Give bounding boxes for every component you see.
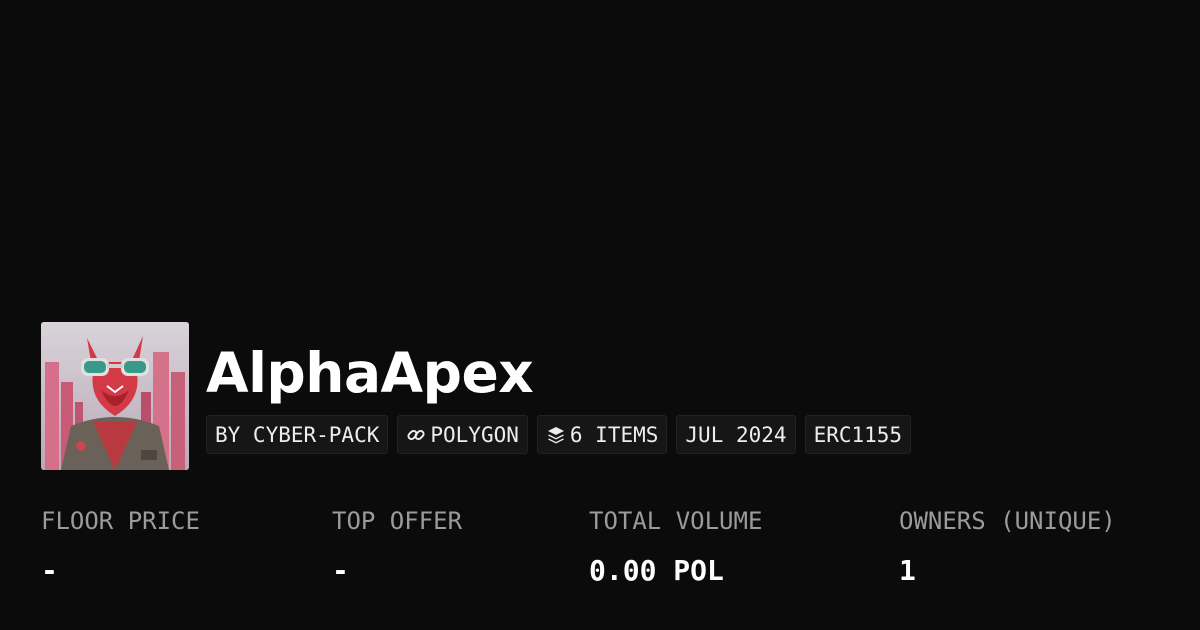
chain-chip[interactable]: POLYGON [397, 415, 528, 454]
floor-price-value: - [41, 554, 58, 587]
creator-chip-label: BY CYBER-PACK [215, 422, 380, 447]
standard-chip-label: ERC1155 [813, 422, 903, 447]
stat-owners: OWNERS (UNIQUE) 1 [899, 503, 1116, 589]
items-chip[interactable]: 6 ITEMS [536, 415, 668, 454]
wolf-character-avatar [41, 322, 189, 470]
items-chip-label: 6 ITEMS [569, 422, 659, 447]
owners-label: OWNERS (UNIQUE) [899, 507, 1116, 535]
chain-chip-label: POLYGON [430, 422, 519, 447]
date-chip-label: JUL 2024 [685, 422, 787, 447]
stat-total-volume: TOTAL VOLUME 0.00 POL [589, 503, 762, 589]
layers-icon [546, 425, 566, 445]
total-volume-label: TOTAL VOLUME [589, 507, 763, 535]
stat-top-offer: TOP OFFER - [332, 503, 462, 589]
top-offer-label: TOP OFFER [332, 507, 463, 535]
date-chip: JUL 2024 [676, 415, 796, 454]
owners-value: 1 [899, 554, 916, 587]
collection-meta-chips: BY CYBER-PACK POLYGON 6 ITEMS JUL 2024 E… [206, 415, 912, 454]
floor-price-label: FLOOR PRICE [41, 507, 200, 535]
stat-floor-price: FLOOR PRICE - [41, 503, 200, 589]
creator-chip[interactable]: BY CYBER-PACK [206, 415, 389, 454]
link-icon [406, 425, 426, 445]
top-offer-value: - [332, 554, 349, 587]
standard-chip: ERC1155 [804, 415, 912, 454]
collection-avatar [41, 322, 189, 470]
collection-title: AlphaApex [206, 341, 534, 405]
total-volume-value: 0.00 POL [589, 554, 724, 587]
